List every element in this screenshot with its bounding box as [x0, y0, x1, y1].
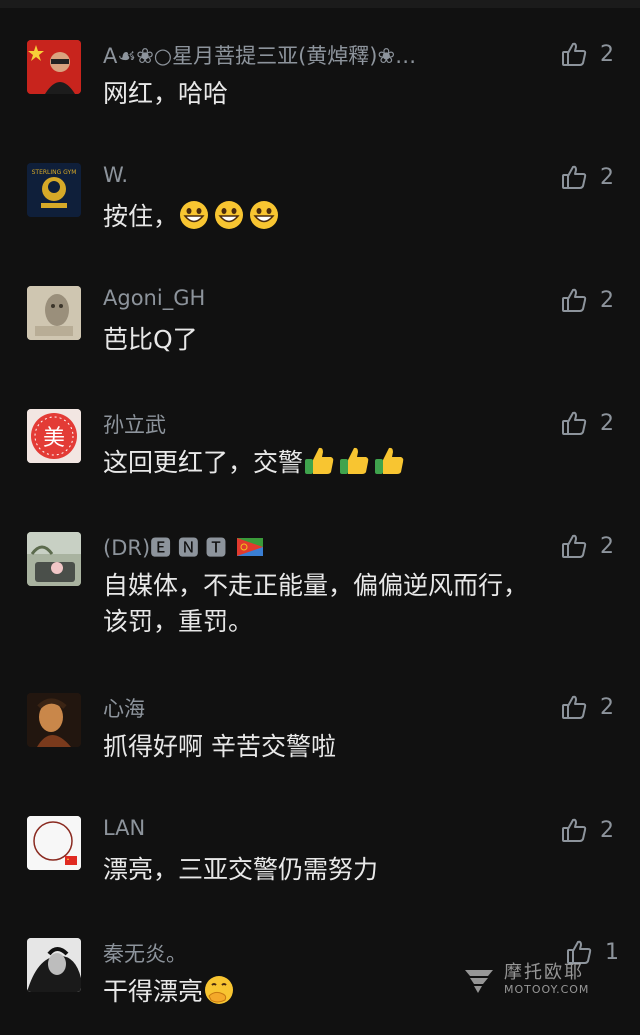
comment-username[interactable]: W.: [103, 163, 128, 187]
thumbs-up-emoji-icon: [375, 447, 404, 474]
like-count: 2: [600, 694, 614, 720]
comment-username[interactable]: 孙立武: [103, 409, 166, 439]
like-count: 1: [605, 939, 619, 965]
thumbs-up-emoji-icon: [305, 447, 334, 474]
comment-text: 按住，: [103, 199, 563, 235]
like-count: 2: [600, 410, 614, 436]
grinning-face-icon: [250, 201, 279, 229]
avatar-label: 美: [43, 426, 65, 451]
comment-text: 自媒体，不走正能量，偏偏逆风而行，该罚，重罚。: [103, 571, 529, 636]
watermark-en: MOTOOY.COM: [504, 982, 590, 996]
like-count: 2: [600, 817, 614, 843]
avatar[interactable]: [27, 938, 81, 992]
like-count: 2: [600, 164, 614, 190]
thumbs-up-icon: [562, 818, 587, 842]
thumbs-up-icon: [562, 534, 587, 558]
avatar[interactable]: 美: [27, 409, 81, 463]
motorcycle-logo-icon: [465, 970, 493, 993]
comment-username[interactable]: (DR)🅴 🅽 🆃: [103, 532, 263, 562]
like-button[interactable]: 2: [560, 163, 614, 191]
comment-username[interactable]: LAN: [103, 816, 145, 840]
grinning-face-icon: [180, 201, 209, 229]
comment-text: 这回更红了，交警: [103, 445, 563, 481]
comment-username[interactable]: Agoni_GH: [103, 286, 205, 310]
thumbs-up-emoji-icon: [340, 447, 369, 474]
top-bar: [0, 0, 640, 8]
like-button[interactable]: 2: [560, 409, 614, 437]
like-button[interactable]: 2: [560, 816, 614, 844]
like-count: 2: [600, 533, 614, 559]
thumbs-up-icon: [562, 165, 587, 189]
like-button[interactable]: 2: [560, 286, 614, 314]
watermark-cn: 摩托欧耶: [504, 961, 584, 983]
comment-text: 抓得好啊 辛苦交警啦: [103, 732, 336, 761]
comment-username[interactable]: 秦无炎。: [103, 938, 187, 968]
comment-username[interactable]: 心海: [103, 693, 145, 723]
thumbs-up-icon: [562, 695, 587, 719]
thumbs-up-icon: [562, 411, 587, 435]
eritrea-flag-icon: [236, 538, 263, 556]
like-count: 2: [600, 41, 614, 67]
like-button[interactable]: 2: [560, 693, 614, 721]
grinning-face-icon: [215, 201, 244, 229]
comment-text: 网红，哈哈: [103, 79, 229, 108]
face-with-hand-icon: [205, 976, 234, 1004]
avatar[interactable]: [27, 816, 81, 870]
comment-text: 芭比Q了: [103, 325, 198, 354]
avatar-label: STERLING GYM: [32, 169, 77, 176]
like-button[interactable]: 2: [560, 40, 614, 68]
watermark: 摩托欧耶 MOTOOY.COM: [462, 962, 589, 996]
avatar[interactable]: [27, 286, 81, 340]
avatar[interactable]: [27, 532, 81, 586]
like-count: 2: [600, 287, 614, 313]
comment-username[interactable]: A☙❀○星月菩提三亚(黄焯釋)❀…: [103, 40, 416, 70]
thumbs-up-icon: [562, 42, 587, 66]
thumbs-up-icon: [562, 288, 587, 312]
avatar[interactable]: [27, 40, 81, 94]
avatar[interactable]: STERLING GYM: [27, 163, 81, 217]
comment-text: 漂亮，三亚交警仍需努力: [103, 855, 379, 884]
avatar[interactable]: [27, 693, 81, 747]
like-button[interactable]: 2: [560, 532, 614, 560]
